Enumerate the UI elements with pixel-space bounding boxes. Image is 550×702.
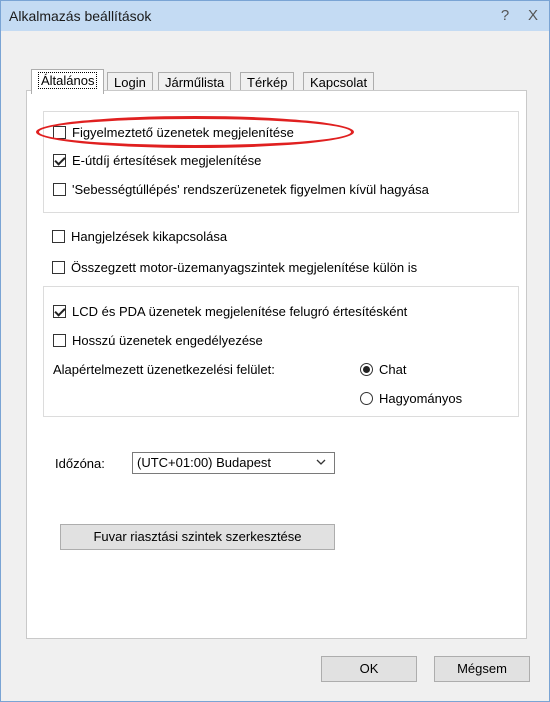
warning-messages-label: Figyelmeztető üzenetek megjelenítése xyxy=(72,124,294,140)
lcd-pda-popup-label: LCD és PDA üzenetek megjelenítése felugr… xyxy=(72,303,408,319)
messaging-group: LCD és PDA üzenetek megjelenítése felugr… xyxy=(43,286,519,417)
fuel-levels-checkbox[interactable] xyxy=(52,260,65,274)
radio-classic-label: Hagyományos xyxy=(379,390,463,406)
tab-vehicle-list-label: Járműlista xyxy=(165,75,225,90)
title-bar: Alkalmazás beállítások ? X xyxy=(1,1,549,31)
timezone-value: (UTC+01:00) Budapest xyxy=(137,455,272,470)
dialog-title: Alkalmazás beállítások xyxy=(9,8,152,24)
chevron-down-icon xyxy=(316,459,326,465)
lcd-pda-popup-checkbox[interactable] xyxy=(53,304,66,318)
lcd-pda-popup-option[interactable]: LCD és PDA üzenetek megjelenítése felugr… xyxy=(53,301,407,321)
warning-messages-checkbox[interactable] xyxy=(53,125,66,139)
ignore-speeding-checkbox[interactable] xyxy=(53,182,66,196)
tab-general-label: Általános xyxy=(38,72,98,89)
fuel-levels-label: Összegzett motor-üzemanyagszintek megjel… xyxy=(71,259,418,275)
edit-cargo-alerts-button[interactable]: Fuvar riasztási szintek szerkesztése xyxy=(60,524,335,550)
timezone-select[interactable]: (UTC+01:00) Budapest xyxy=(132,452,335,474)
warning-messages-option[interactable]: Figyelmeztető üzenetek megjelenítése xyxy=(53,122,294,142)
cancel-button[interactable]: Mégsem xyxy=(434,656,530,682)
general-tab-panel: Figyelmeztető üzenetek megjelenítése E-ú… xyxy=(26,90,527,639)
notification-group: Figyelmeztető üzenetek megjelenítése E-ú… xyxy=(43,111,519,213)
tab-login-label: Login xyxy=(114,75,146,90)
long-messages-option[interactable]: Hosszú üzenetek engedélyezése xyxy=(53,330,263,350)
radio-chat-button[interactable] xyxy=(360,362,373,376)
etoll-notifications-checkbox[interactable] xyxy=(53,153,66,167)
close-button[interactable]: X xyxy=(523,6,543,26)
long-messages-label: Hosszú üzenetek engedélyezése xyxy=(72,332,263,348)
settings-dialog: Alkalmazás beállítások ? X Általános Log… xyxy=(0,0,550,702)
fuel-levels-option[interactable]: Összegzett motor-üzemanyagszintek megjel… xyxy=(52,257,417,277)
mute-sounds-option[interactable]: Hangjelzések kikapcsolása xyxy=(52,226,227,246)
ignore-speeding-label: 'Sebességtúllépés' rendszerüzenetek figy… xyxy=(72,181,429,197)
default-interface-label: Alapértelmezett üzenetkezelési felület: xyxy=(53,361,275,377)
radio-classic-button[interactable] xyxy=(360,391,373,405)
radio-chat-option[interactable]: Chat xyxy=(360,359,406,379)
ok-button[interactable]: OK xyxy=(321,656,417,682)
etoll-notifications-option[interactable]: E-útdíj értesítések megjelenítése xyxy=(53,150,261,170)
etoll-notifications-label: E-útdíj értesítések megjelenítése xyxy=(72,152,262,168)
long-messages-checkbox[interactable] xyxy=(53,333,66,347)
timezone-label: Időzóna: xyxy=(55,455,105,471)
mute-sounds-label: Hangjelzések kikapcsolása xyxy=(71,228,228,244)
radio-classic-option[interactable]: Hagyományos xyxy=(360,388,462,408)
help-button[interactable]: ? xyxy=(495,6,515,26)
tab-general[interactable]: Általános xyxy=(31,69,105,94)
tab-map-label: Térkép xyxy=(247,75,288,90)
mute-sounds-checkbox[interactable] xyxy=(52,229,65,243)
ignore-speeding-option[interactable]: 'Sebességtúllépés' rendszerüzenetek figy… xyxy=(53,179,429,199)
radio-chat-label: Chat xyxy=(379,361,407,377)
tab-connection-label: Kapcsolat xyxy=(310,75,368,90)
